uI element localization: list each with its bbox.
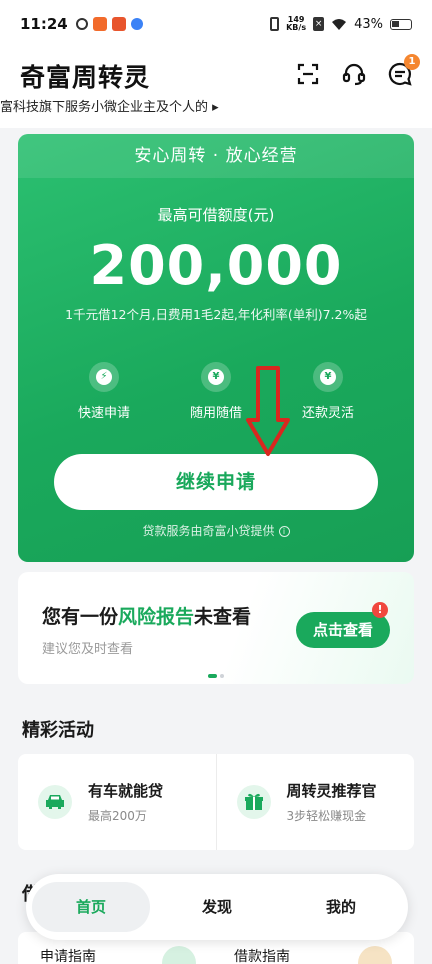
carousel-dot-active [208,674,217,678]
risk-report-subtitle: 建议您及时查看 [42,642,134,657]
guide-borrow-icon [358,946,392,964]
money-bag-icon: ¥ [313,362,343,392]
card-slogan: 安心周转 · 放心经营 [18,134,414,178]
customer-service-icon[interactable] [340,60,368,88]
limit-amount: 200,000 [89,234,343,297]
nav-home[interactable]: 首页 [32,882,150,932]
vibrate-icon [270,17,280,31]
activity-item-car-loan[interactable]: 有车就能贷 最高200万 [18,754,216,850]
risk-report-card[interactable]: 您有一份风险报告未查看 建议您及时查看 点击查看 ! [18,572,414,684]
message-icon[interactable]: 1 [386,54,420,88]
info-icon[interactable]: i [278,526,290,537]
carousel-dot [220,674,224,678]
provider-note-text: 贷款服务由奇富小贷提供 [142,524,275,538]
activities-heading: 精彩活动 [22,720,94,741]
bluetooth-icon [130,18,143,30]
activity-subtitle: 3步轻松赚现金 [286,809,367,823]
risk-title-suffix: 未查看 [194,606,252,628]
activities-card: 有车就能贷 最高200万 周转灵推荐官 3步轻松赚现金 [18,754,414,850]
gift-icon [236,785,271,819]
app-notification-icon [92,17,107,31]
limit-label: 最高可借额度(元) [157,206,275,224]
battery-icon [390,18,412,30]
status-time: 11:24 [20,15,68,33]
notification-badge: 1 [404,54,420,70]
feature-label: 快速申请 [77,406,130,421]
guide-item-apply[interactable]: 申请指南 [40,946,96,964]
feature-item: ¥ 还款灵活 [283,362,373,421]
risk-title-highlight: 风险报告 [118,606,195,628]
lightning-icon: ⚡ [89,362,119,392]
provider-note: 贷款服务由奇富小贷提供 i [18,522,414,539]
car-icon [38,785,72,819]
guide-apply-icon [162,946,196,964]
nav-mine[interactable]: 我的 [282,882,400,932]
app-title: 奇富周转灵 [20,63,151,92]
app-notification-icon [111,17,126,31]
network-speed: 149 KB/s [286,16,306,32]
bottom-navigation: 首页 发现 我的 [26,874,408,940]
battery-percent: 43% [354,16,383,32]
feature-item: ⚡ 快速申请 [59,362,149,421]
feature-label: 随用随借 [189,406,242,421]
continue-apply-button[interactable]: 继续申请 [54,454,378,510]
network-speed-unit: KB/s [286,23,307,32]
feature-label: 还款灵活 [301,406,354,421]
feature-list: ⚡ 快速申请 ¥ 随用随借 ¥ 还款灵活 [18,362,414,421]
wifi-icon [332,18,347,30]
rate-text: 1千元借12个月,日费用1毛2起,年化利率(单利)7.2%起 [65,307,367,322]
risk-title-prefix: 您有一份 [42,606,119,628]
nav-discover[interactable]: 发现 [158,882,276,932]
app-notification-icon [75,18,88,30]
loan-card: 安心周转 · 放心经营 最高可借额度(元) 200,000 1千元借12个月,日… [18,134,414,562]
guide-item-borrow[interactable]: 借款指南 [234,946,290,964]
activity-title: 有车就能贷 [88,782,164,800]
app-subtitle[interactable]: 富科技旗下服务小微企业主及个人的 ▸ [0,96,219,115]
annotation-arrow-icon [246,366,290,456]
activity-title: 周转灵推荐官 [286,782,377,800]
status-bar: 11:24 149 KB/s × 43% [0,0,432,48]
carousel-indicator [208,674,224,678]
activity-subtitle: 最高200万 [88,809,147,823]
view-report-button[interactable]: 点击查看 [296,612,390,648]
no-sim-icon: × [313,17,325,31]
alert-icon: ! [372,602,388,618]
activity-item-referral[interactable]: 周转灵推荐官 3步轻松赚现金 [215,754,415,850]
app-header: 奇富周转灵 富科技旗下服务小微企业主及个人的 ▸ 1 [0,48,432,128]
wallet-icon: ¥ [201,362,231,392]
scan-icon[interactable] [294,60,322,88]
risk-report-title: 您有一份风险报告未查看 [42,602,251,629]
